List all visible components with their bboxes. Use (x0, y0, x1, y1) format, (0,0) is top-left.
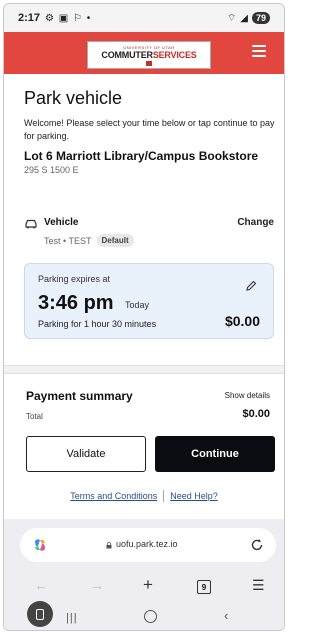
payment-summary-title: Payment summary (26, 389, 133, 403)
logo-u-mark (146, 60, 152, 66)
vehicle-plate: Test • TEST (44, 235, 92, 246)
page-title: Park vehicle (24, 88, 123, 108)
browser-address-area: uofu.park.tez.io (4, 519, 284, 573)
status-right: ⌔ ◢ 79 (227, 12, 270, 25)
browser-toolbar: ← → + 9 ☰ (4, 573, 284, 601)
hamburger-menu-icon[interactable] (252, 45, 266, 59)
validate-button[interactable]: Validate (26, 436, 146, 472)
back-arrow-icon[interactable]: ← (34, 577, 48, 593)
reload-icon[interactable] (250, 538, 264, 552)
expires-label: Parking expires at (38, 274, 111, 284)
car-icon (25, 219, 37, 229)
help-link[interactable]: Need Help? (170, 491, 218, 501)
url-text: uofu.park.tez.io (116, 539, 178, 549)
battery-icon: 79 (251, 12, 270, 24)
parking-duration: Parking for 1 hour 30 minutes (38, 319, 157, 329)
parking-price: $0.00 (224, 313, 260, 329)
parking-expiration-card[interactable]: Parking expires at 3:46 pm Today Parking… (24, 263, 274, 339)
logo-wordmark: COMMUTERSERVICES (101, 49, 197, 60)
total-label: Total (26, 412, 43, 421)
new-tab-plus-icon[interactable]: + (143, 575, 153, 595)
notification-icons: ⚙ ▣ ⚐ • (45, 12, 92, 24)
total-value: $0.00 (242, 408, 270, 420)
vehicle-detail: Test • TEST Default (44, 234, 134, 247)
home-icon[interactable] (144, 610, 157, 623)
pencil-edit-icon[interactable] (245, 280, 257, 292)
status-time: 2:17 (18, 12, 41, 24)
section-divider (4, 365, 284, 374)
lock-icon (106, 542, 112, 549)
welcome-text: Welcome! Please select your time below o… (24, 118, 275, 141)
continue-button[interactable]: Continue (155, 436, 275, 472)
park-vehicle-section: Park vehicle Welcome! Please select your… (24, 88, 276, 175)
recent-apps-icon[interactable]: ||| (66, 612, 78, 624)
change-vehicle-link[interactable]: Change (237, 217, 274, 228)
show-details-link[interactable]: Show details (225, 391, 270, 400)
terms-link[interactable]: Terms and Conditions (70, 491, 157, 501)
address-bar[interactable]: uofu.park.tez.io (20, 528, 276, 562)
phone-frame: 2:17 ⚙ ▣ ⚐ • ⌔ ◢ 79 UNIVERSITY OF UTAH C… (3, 3, 285, 631)
system-back-icon[interactable]: ‹ (224, 608, 228, 623)
wifi-icon: ⌔ (226, 12, 237, 24)
tab-count-icon[interactable]: 9 (197, 580, 211, 594)
browser-menu-icon[interactable]: ☰ (252, 577, 265, 594)
app-header: UNIVERSITY OF UTAH COMMUTERSERVICES (4, 32, 284, 74)
expiration-day: Today (125, 300, 150, 310)
default-badge: Default (96, 234, 134, 247)
footer-links: Terms and Conditions Need Help? (4, 490, 284, 502)
vehicle-label: Vehicle (44, 217, 79, 228)
link-separator (163, 490, 165, 502)
status-bar: 2:17 ⚙ ▣ ⚐ • ⌔ ◢ 79 (4, 4, 284, 32)
forward-arrow-icon[interactable]: → (90, 577, 104, 593)
copilot-icon[interactable] (32, 537, 48, 553)
expiration-time: 3:46 pm (38, 292, 114, 314)
vehicle-row: Vehicle Change Test • TEST Default (24, 216, 274, 256)
lot-name: Lot 6 Marriott Library/Campus Bookstore (24, 149, 259, 163)
signal-icon: ◢ (240, 12, 248, 24)
phone-floating-icon[interactable] (27, 601, 53, 627)
lot-address: 295 S 1500 E (24, 165, 79, 175)
commuter-services-logo[interactable]: UNIVERSITY OF UTAH COMMUTERSERVICES (87, 41, 211, 69)
